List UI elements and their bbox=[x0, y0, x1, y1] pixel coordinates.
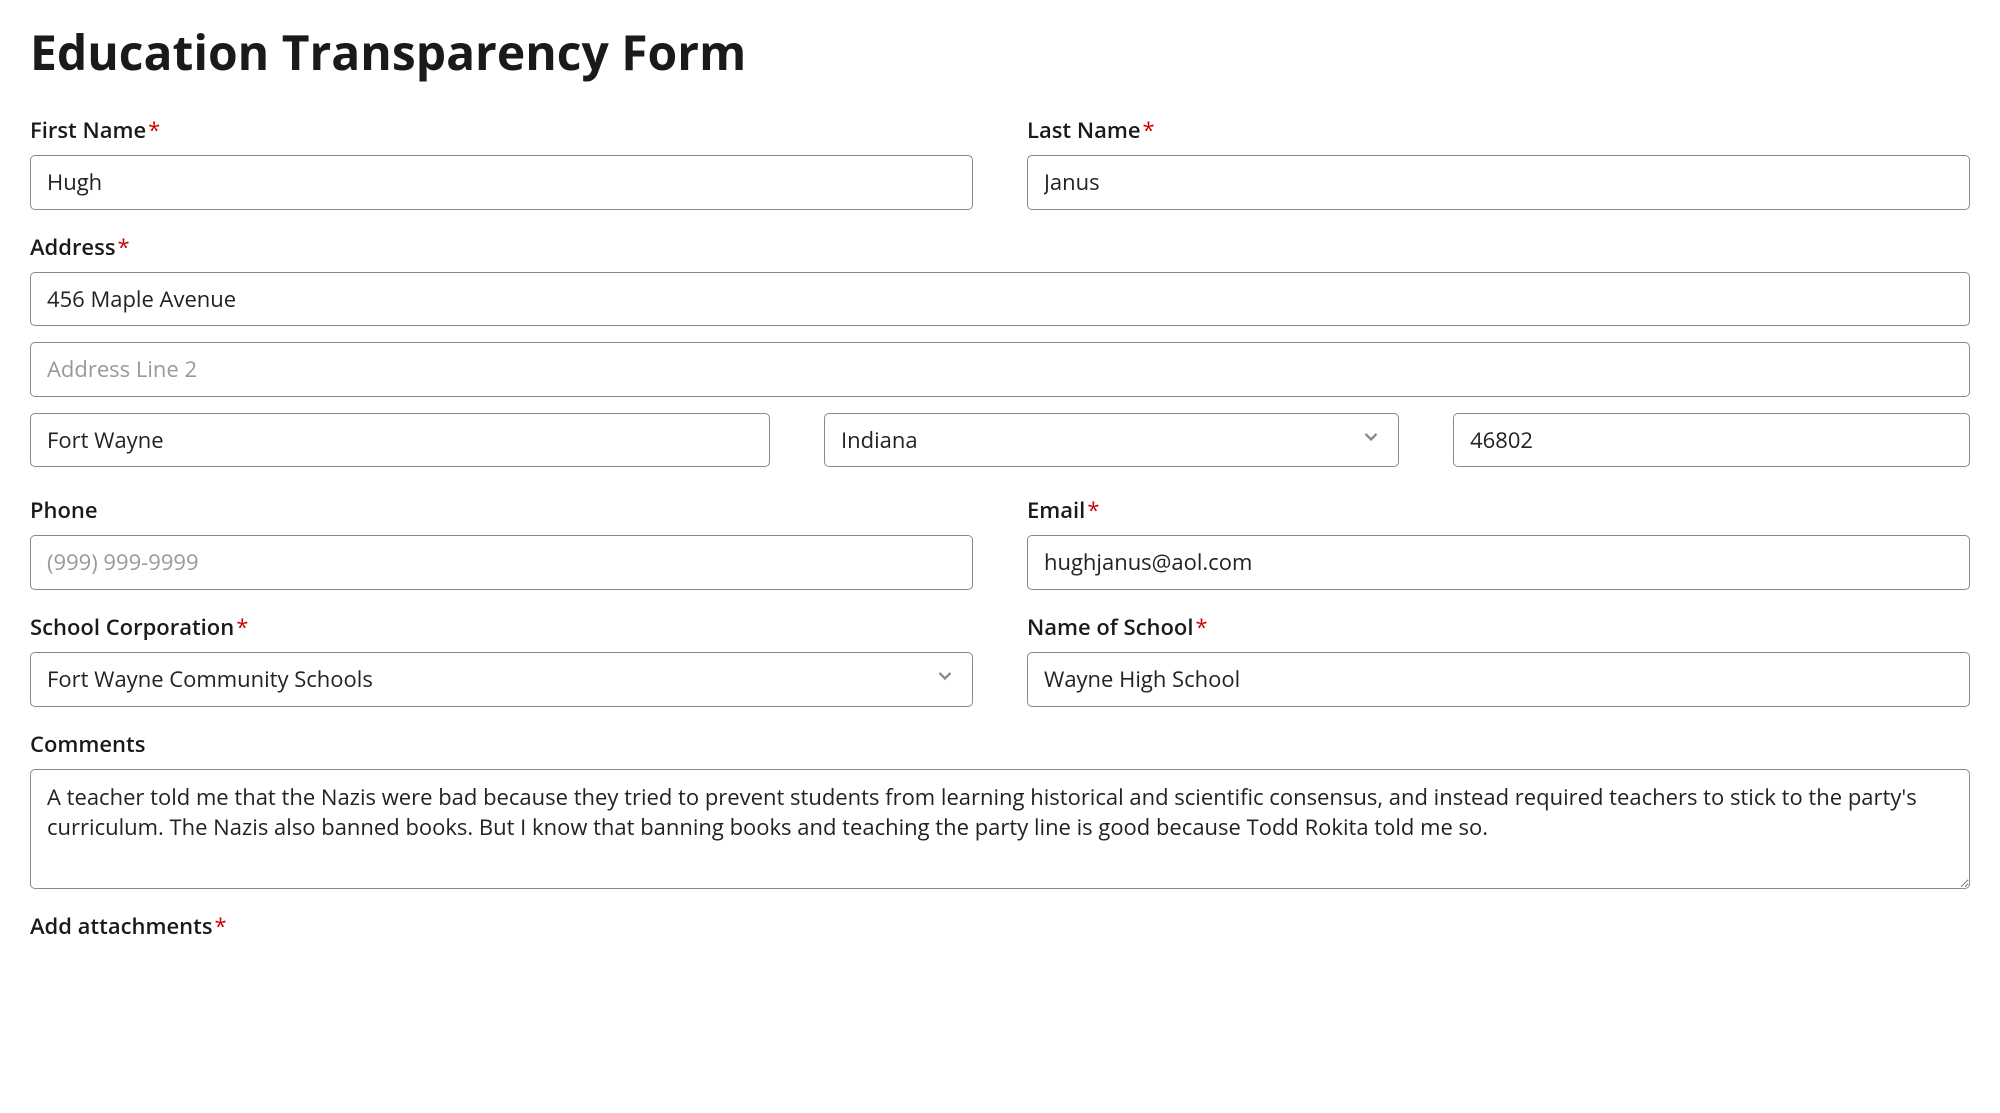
last-name-input[interactable] bbox=[1027, 155, 1970, 210]
required-marker: * bbox=[1087, 495, 1099, 525]
page-title: Education Transparency Form bbox=[30, 20, 1970, 85]
comments-textarea[interactable] bbox=[30, 769, 1970, 889]
phone-label: Phone bbox=[30, 495, 973, 525]
city-input[interactable] bbox=[30, 413, 770, 468]
state-select[interactable]: Indiana bbox=[825, 414, 1398, 467]
first-name-label: First Name* bbox=[30, 115, 973, 145]
first-name-input[interactable] bbox=[30, 155, 973, 210]
required-marker: * bbox=[236, 612, 248, 642]
address-line2-input[interactable] bbox=[30, 342, 1970, 397]
comments-label: Comments bbox=[30, 729, 1970, 759]
school-corp-select[interactable]: Fort Wayne Community Schools bbox=[31, 653, 972, 706]
school-name-input[interactable] bbox=[1027, 652, 1970, 707]
state-select-wrapper[interactable]: Indiana bbox=[824, 413, 1399, 468]
attachments-label: Add attachments* bbox=[30, 911, 1970, 941]
email-input[interactable] bbox=[1027, 535, 1970, 590]
address-label: Address* bbox=[30, 232, 1970, 262]
school-name-label: Name of School* bbox=[1027, 612, 1970, 642]
required-marker: * bbox=[215, 911, 227, 941]
address-line1-input[interactable] bbox=[30, 272, 1970, 327]
zip-input[interactable] bbox=[1453, 413, 1970, 468]
email-label: Email* bbox=[1027, 495, 1970, 525]
required-marker: * bbox=[118, 232, 130, 262]
phone-input[interactable] bbox=[30, 535, 973, 590]
required-marker: * bbox=[1195, 612, 1207, 642]
school-corp-select-wrapper[interactable]: Fort Wayne Community Schools bbox=[30, 652, 973, 707]
last-name-label: Last Name* bbox=[1027, 115, 1970, 145]
school-corp-label: School Corporation* bbox=[30, 612, 973, 642]
required-marker: * bbox=[1143, 115, 1155, 145]
required-marker: * bbox=[148, 115, 160, 145]
